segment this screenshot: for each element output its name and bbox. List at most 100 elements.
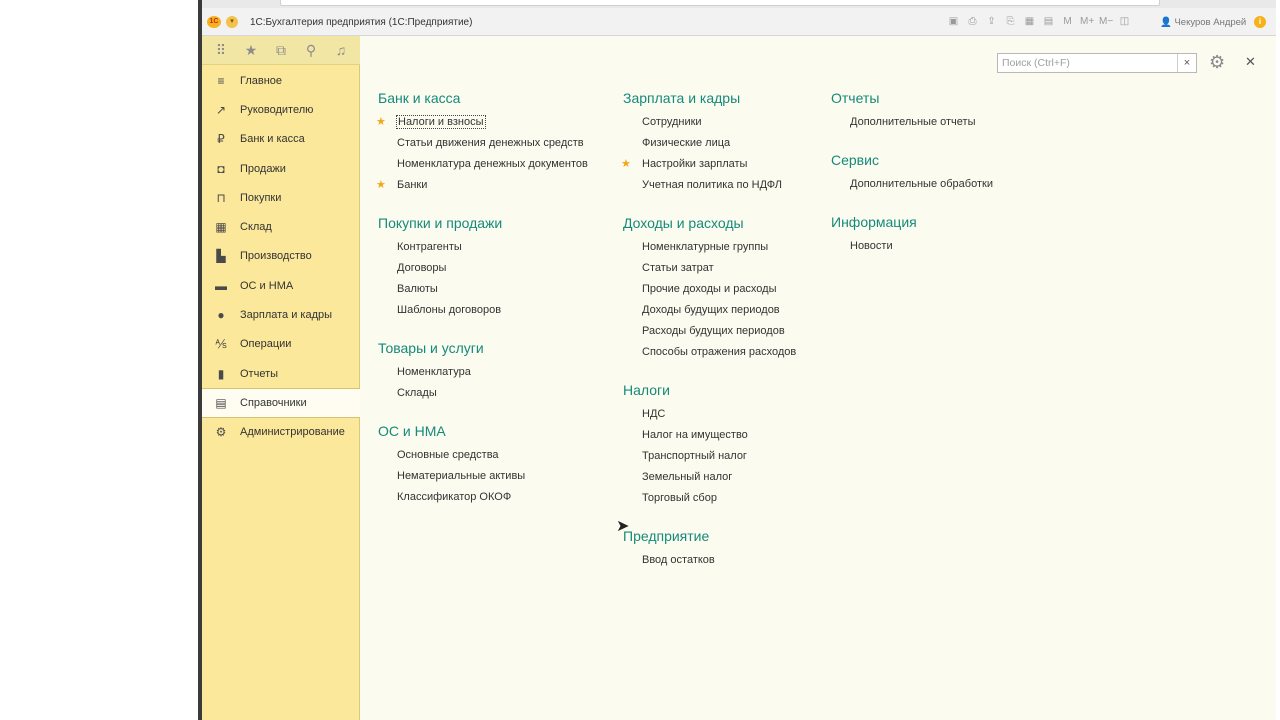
reference-link[interactable]: Договоры	[397, 262, 446, 274]
bar-chart-icon: ▮	[217, 366, 225, 381]
section-title[interactable]: Налоги	[623, 382, 670, 398]
dt-kt-icon: ⅍	[215, 337, 227, 352]
sidebar-item[interactable]: ↗ Руководителю	[202, 95, 360, 124]
sidebar-item[interactable]: ⚙ Администрирование	[202, 418, 360, 447]
search-clear-icon[interactable]: ×	[1177, 54, 1196, 72]
print-icon[interactable]: ⎙	[966, 16, 979, 28]
section-title[interactable]: Зарплата и кадры	[623, 90, 740, 106]
sidebar-item[interactable]: ▦ Склад	[202, 212, 360, 241]
sidebar-item[interactable]: ⅍ Операции	[202, 330, 360, 359]
section-title[interactable]: Информация	[831, 214, 917, 230]
search-field[interactable]: ×	[997, 53, 1197, 73]
section-title[interactable]: Сервис	[831, 152, 879, 168]
sidebar-item[interactable]: ◘ Продажи	[202, 154, 360, 183]
sidebar-items: ≡ Главное ↗ Руководителю ₽ Банк и касса ◘ Прода…	[202, 66, 360, 447]
reference-link[interactable]: Расходы будущих периодов	[642, 325, 785, 337]
app-title: 1С:Бухгалтерия предприятия (1С:Предприят…	[250, 17, 473, 28]
reference-link[interactable]: Настройки зарплаты	[642, 158, 747, 170]
memory-m-icon[interactable]: M	[1061, 16, 1074, 28]
sidebar-item-label: Покупки	[240, 191, 282, 204]
window-layout-icon[interactable]: ◫	[1118, 16, 1131, 28]
upload-icon[interactable]: ⇪	[985, 16, 998, 28]
save-icon[interactable]: ▣	[947, 16, 960, 28]
reference-link[interactable]: Доходы будущих периодов	[642, 304, 780, 316]
settings-gear-icon[interactable]: ⚙	[1209, 52, 1225, 73]
section-title[interactable]: Покупки и продажи	[378, 215, 502, 231]
print-preview-icon[interactable]: ⎘	[1004, 16, 1017, 28]
trend-icon: ↗	[215, 102, 227, 117]
reference-link[interactable]: НДС	[642, 408, 665, 420]
sidebar-item[interactable]: ≡ Главное	[202, 66, 360, 95]
reference-link[interactable]: Валюты	[397, 283, 438, 295]
section-title[interactable]: Товары и услуги	[378, 340, 484, 356]
sidebar-item[interactable]: ₽ Банк и касса	[202, 125, 360, 154]
reference-link[interactable]: Налог на имущество	[642, 429, 748, 441]
reference-link[interactable]: Нематериальные активы	[397, 470, 525, 482]
reference-link[interactable]: Транспортный налог	[642, 450, 747, 462]
sidebar-item-label: Главное	[240, 74, 283, 87]
mouse-cursor-icon: ➤	[616, 518, 630, 535]
sidebar-item[interactable]: ● Зарплата и кадры	[202, 300, 360, 329]
sidebar-item[interactable]: ▮ Отчеты	[202, 359, 360, 388]
memory-minus-icon[interactable]: M−	[1099, 16, 1113, 28]
section-title[interactable]: Доходы и расходы	[623, 215, 744, 231]
reference-link[interactable]: Номенклатурные группы	[642, 241, 768, 253]
sidebar-item[interactable]: ▤ Справочники	[202, 388, 360, 418]
main-menu-dropdown-icon[interactable]: ▾	[226, 16, 238, 28]
bag-icon: ◘	[217, 161, 225, 176]
sidebar-item-label: Руководителю	[240, 103, 314, 116]
notifications-bell-icon[interactable]: ♫	[330, 42, 352, 58]
favorite-star-icon[interactable]: ★	[621, 157, 631, 170]
reference-link[interactable]: Номенклатура	[397, 366, 471, 378]
current-user[interactable]: 👤 Чекуров Андрей	[1160, 17, 1246, 28]
reference-link[interactable]: Способы отражения расходов	[642, 346, 796, 358]
favorite-star-icon[interactable]: ★	[376, 115, 386, 128]
calculator-icon[interactable]: ▦	[1023, 16, 1036, 28]
favorites-star-icon[interactable]: ★	[240, 42, 262, 59]
references-panel: × ⚙ ✕ Банк и касса ★ Налоги и взносы Статьи…	[361, 36, 1276, 720]
reference-link[interactable]: Статьи движения денежных средств	[397, 137, 584, 149]
search-icon[interactable]: ⚲	[300, 42, 322, 59]
info-icon[interactable]: i	[1254, 16, 1266, 28]
favorite-star-icon[interactable]: ★	[376, 178, 386, 191]
reference-link[interactable]: Склады	[397, 387, 437, 399]
reference-link[interactable]: Банки	[397, 179, 427, 191]
reference-link[interactable]: Земельный налог	[642, 471, 732, 483]
section-title[interactable]: Предприятие	[623, 528, 709, 544]
reference-link[interactable]: Физические лица	[642, 137, 730, 149]
reference-link[interactable]: Ввод остатков	[642, 554, 715, 566]
reference-link[interactable]: Учетная политика по НДФЛ	[642, 179, 782, 191]
reference-link[interactable]: Номенклатура денежных документов	[397, 158, 588, 170]
section-title[interactable]: ОС и НМА	[378, 423, 446, 439]
section-title[interactable]: Банк и касса	[378, 90, 460, 106]
app-window: 1С ▾ 1С:Бухгалтерия предприятия (1С:Пред…	[202, 0, 1276, 720]
memory-plus-icon[interactable]: M+	[1080, 16, 1094, 28]
truck-icon: ▬	[215, 278, 227, 293]
close-icon[interactable]: ✕	[1245, 54, 1256, 70]
sidebar-item-label: Банк и касса	[240, 133, 305, 146]
history-icon[interactable]: ⧉	[270, 42, 292, 59]
reference-link[interactable]: Статьи затрат	[642, 262, 714, 274]
reference-link[interactable]: Новости	[850, 240, 893, 252]
sidebar-item-label: Отчеты	[240, 367, 279, 380]
reference-link[interactable]: Основные средства	[397, 449, 499, 461]
search-input[interactable]	[998, 54, 1176, 72]
calendar-icon[interactable]: ▤	[1042, 16, 1055, 28]
reference-link[interactable]: Торговый сбор	[642, 492, 717, 504]
sidebar-item[interactable]: ▬ ОС и НМА	[202, 271, 360, 300]
reference-link[interactable]: Классификатор ОКОФ	[397, 491, 511, 503]
reference-link[interactable]: Дополнительные обработки	[850, 178, 993, 190]
address-bar[interactable]	[280, 0, 1160, 6]
1c-logo-icon[interactable]: 1С	[207, 16, 221, 28]
sidebar-item[interactable]: ▙ Производство	[202, 242, 360, 271]
reference-link[interactable]: Прочие доходы и расходы	[642, 283, 777, 295]
reference-link[interactable]: Налоги и взносы	[396, 115, 486, 129]
reference-link[interactable]: Контрагенты	[397, 241, 462, 253]
sidebar-item[interactable]: ⊓ Покупки	[202, 183, 360, 212]
reference-link[interactable]: Шаблоны договоров	[397, 304, 501, 316]
all-functions-grid-icon[interactable]: ⠿	[210, 42, 232, 59]
section-title[interactable]: Отчеты	[831, 90, 879, 106]
reference-link[interactable]: Сотрудники	[642, 116, 702, 128]
reference-link[interactable]: Дополнительные отчеты	[850, 116, 975, 128]
title-bar: 1С ▾ 1С:Бухгалтерия предприятия (1С:Пред…	[202, 8, 1276, 36]
